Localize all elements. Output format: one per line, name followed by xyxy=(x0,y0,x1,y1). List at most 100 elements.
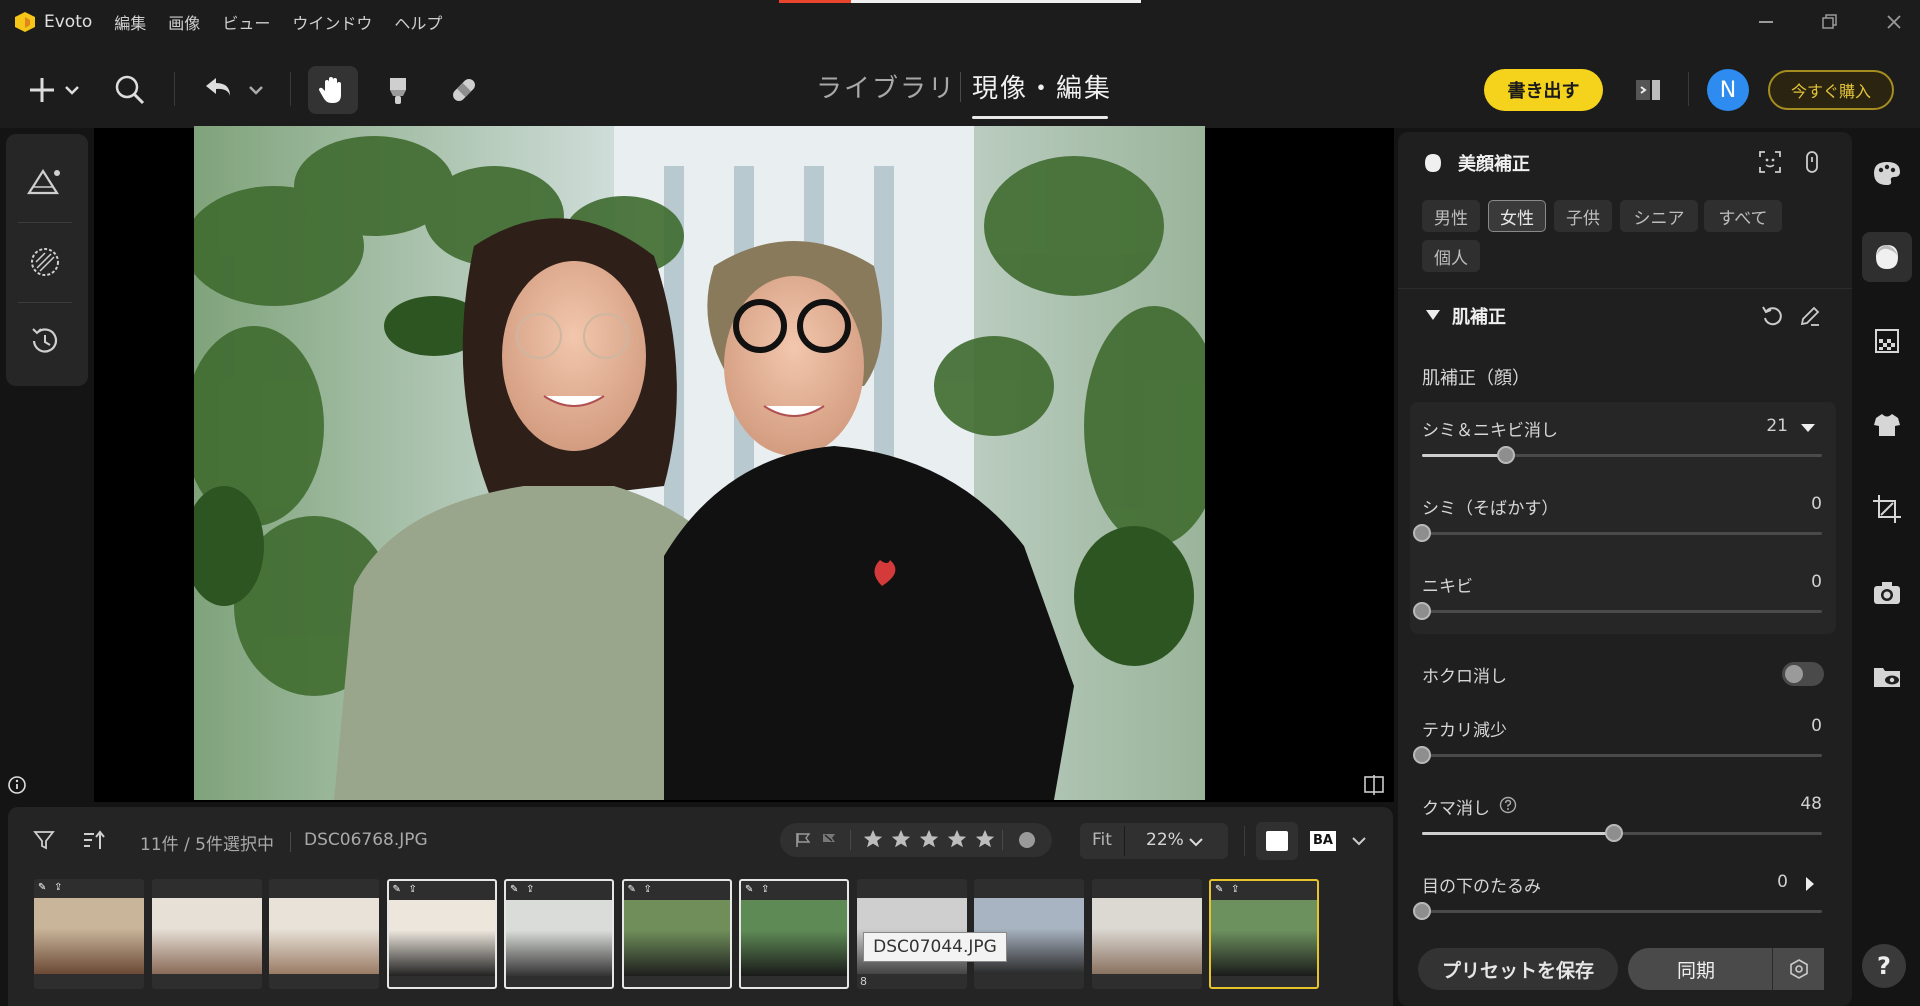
filmstrip-thumbnail[interactable]: ✎ ⇪ xyxy=(504,879,614,989)
undo-icon[interactable] xyxy=(198,72,272,108)
reset-icon[interactable] xyxy=(1758,302,1786,330)
star-rating[interactable] xyxy=(862,828,996,850)
help-circle-icon[interactable] xyxy=(1498,795,1518,815)
menu-edit[interactable]: 編集 xyxy=(114,10,146,34)
rating-divider xyxy=(1002,830,1003,850)
star-icon[interactable] xyxy=(918,828,940,850)
star-icon[interactable] xyxy=(890,828,912,850)
thumbnail-image xyxy=(1091,898,1202,974)
star-icon[interactable] xyxy=(862,828,884,850)
fit-button[interactable]: Fit xyxy=(1092,830,1112,850)
filter-icon[interactable] xyxy=(30,826,58,854)
shine-value[interactable]: 0 xyxy=(1770,716,1822,736)
spots-slider-track[interactable] xyxy=(1422,532,1822,535)
reject-flag-icon[interactable] xyxy=(818,829,840,851)
close-icon[interactable] xyxy=(1882,10,1906,34)
acne-value[interactable]: 0 xyxy=(1770,572,1822,592)
chip-individual[interactable]: 個人 xyxy=(1422,240,1480,272)
filmstrip-thumbnail[interactable] xyxy=(269,879,379,989)
thumbnail-image xyxy=(151,898,262,974)
save-preset-button[interactable]: プリセットを保存 xyxy=(1418,948,1618,990)
palette-icon[interactable] xyxy=(1862,148,1912,198)
brush-tool-icon[interactable] xyxy=(378,70,418,110)
sort-icon[interactable] xyxy=(80,826,108,854)
menu-image[interactable]: 画像 xyxy=(168,10,200,34)
star-icon[interactable] xyxy=(946,828,968,850)
blemish-slider-fill xyxy=(1422,454,1506,457)
filmstrip-thumbnail[interactable]: ✎ ⇪ xyxy=(386,879,497,989)
darkcircle-value[interactable]: 48 xyxy=(1770,794,1822,814)
blemish-expand-icon[interactable] xyxy=(1798,418,1818,438)
chip-female[interactable]: 女性 xyxy=(1488,200,1546,232)
menu-window[interactable]: ウインドウ xyxy=(292,10,372,34)
spots-value[interactable]: 0 xyxy=(1770,494,1822,514)
edit-icon[interactable] xyxy=(1796,302,1824,330)
view-options-chevron-icon[interactable] xyxy=(1348,830,1370,852)
acne-slider-track[interactable] xyxy=(1422,610,1822,613)
blemish-value[interactable]: 21 xyxy=(1740,416,1788,436)
undereye-value[interactable]: 0 xyxy=(1740,872,1788,892)
chip-senior[interactable]: シニア xyxy=(1620,200,1698,232)
mask-icon[interactable] xyxy=(24,241,66,283)
sync-settings-icon[interactable] xyxy=(1772,948,1824,990)
chip-child[interactable]: 子供 xyxy=(1554,200,1612,232)
restore-icon[interactable] xyxy=(1817,10,1841,34)
edited-pencil-icon: ✎ xyxy=(392,884,401,895)
menu-help[interactable]: ヘルプ xyxy=(394,10,442,34)
darkcircle-label: クマ消し xyxy=(1422,799,1490,819)
healing-tool-icon[interactable] xyxy=(444,70,484,110)
filmstrip-thumbnail[interactable] xyxy=(1091,879,1202,989)
search-icon[interactable] xyxy=(110,72,150,108)
filmstrip-thumbnail[interactable]: ✎ ⇪ xyxy=(1209,879,1319,989)
undereye-slider-handle[interactable] xyxy=(1413,902,1431,920)
spots-slider-handle[interactable] xyxy=(1413,524,1431,542)
filmstrip-thumbnail[interactable]: ✎ ⇪ xyxy=(621,879,732,989)
tab-develop[interactable]: 現像・編集 xyxy=(972,68,1112,105)
acne-slider-handle[interactable] xyxy=(1413,602,1431,620)
ai-adjust-icon[interactable] xyxy=(24,162,66,204)
mole-toggle[interactable] xyxy=(1782,662,1824,686)
clothing-icon[interactable] xyxy=(1862,400,1912,450)
history-icon[interactable] xyxy=(24,320,66,362)
compare-panel-icon[interactable] xyxy=(1628,72,1668,108)
chip-male[interactable]: 男性 xyxy=(1422,200,1480,232)
hand-tool-icon[interactable] xyxy=(308,66,358,114)
darkcircle-slider-handle[interactable] xyxy=(1605,824,1623,842)
blemish-slider-handle[interactable] xyxy=(1497,446,1515,464)
avatar[interactable]: N xyxy=(1707,69,1749,111)
beauty-face-icon[interactable] xyxy=(1862,232,1912,282)
help-button[interactable]: ? xyxy=(1862,944,1906,988)
flag-icon[interactable] xyxy=(792,829,814,851)
filmstrip-thumbnail[interactable]: ✎ ⇪ xyxy=(34,879,144,989)
undereye-expand-icon[interactable] xyxy=(1800,874,1820,894)
crop-icon[interactable] xyxy=(1862,484,1912,534)
menu-view[interactable]: ビュー xyxy=(222,10,270,34)
buy-now-button[interactable]: 今すぐ購入 xyxy=(1768,70,1894,110)
photo-preview[interactable] xyxy=(194,126,1205,800)
minimize-icon[interactable] xyxy=(1754,10,1778,34)
shine-slider-track[interactable] xyxy=(1422,754,1822,757)
adjust-points-icon[interactable] xyxy=(1798,148,1826,176)
exported-icon: ⇪ xyxy=(526,884,535,895)
face-detect-icon[interactable] xyxy=(1756,148,1784,176)
camera-icon[interactable] xyxy=(1862,568,1912,618)
export-button[interactable]: 書き出す xyxy=(1484,69,1603,111)
shine-slider-handle[interactable] xyxy=(1413,746,1431,764)
star-icon[interactable] xyxy=(974,828,996,850)
background-icon[interactable] xyxy=(1862,316,1912,366)
filmstrip-thumbnail[interactable] xyxy=(151,879,262,989)
before-after-icon[interactable]: BA xyxy=(1310,831,1336,851)
undereye-slider-track[interactable] xyxy=(1422,910,1822,913)
collapse-triangle-icon[interactable] xyxy=(1424,306,1442,324)
filmstrip-thumbnail[interactable]: ✎ ⇪ xyxy=(739,879,849,989)
zoom-level[interactable]: 22% xyxy=(1146,830,1184,850)
tab-library[interactable]: ライブラリ xyxy=(816,68,956,105)
split-view-icon[interactable] xyxy=(1362,773,1386,797)
chip-all[interactable]: すべて xyxy=(1704,200,1782,232)
info-icon[interactable] xyxy=(6,774,28,796)
zoom-chevron-down-icon[interactable] xyxy=(1186,832,1206,852)
color-label-icon[interactable] xyxy=(1016,829,1038,851)
exported-icon: ⇪ xyxy=(1231,884,1240,895)
add-icon[interactable] xyxy=(22,72,82,108)
folder-view-icon[interactable] xyxy=(1862,652,1912,702)
